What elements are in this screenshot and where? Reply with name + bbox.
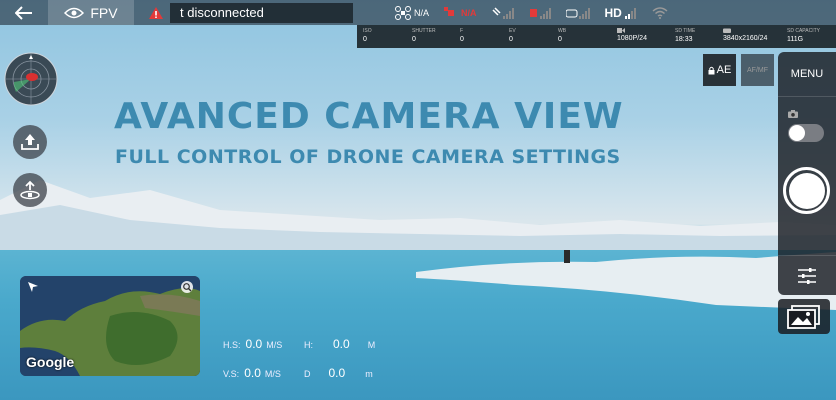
hs-label: H.S: <box>223 340 241 350</box>
height: H: 0.0 M <box>304 337 375 351</box>
status-text: t disconnected <box>170 2 353 23</box>
drone-status: N/A <box>395 5 430 20</box>
signal-1 <box>491 6 514 19</box>
menu-button[interactable]: MENU <box>778 52 836 97</box>
drone-icon <box>395 5 411 20</box>
shutter-cell: SHUTTER 0 <box>412 28 436 43</box>
wifi-icon <box>652 6 668 19</box>
sd-capacity-cell: SD CAPACITY 111G <box>787 28 820 43</box>
back-button[interactable] <box>0 0 48 25</box>
distance: D 0.0 m <box>304 366 373 380</box>
zoom-icon[interactable] <box>180 280 194 294</box>
sd-time-cell: SD TIME 18:33 <box>675 28 696 43</box>
takeoff-button[interactable] <box>13 125 47 159</box>
d-label: D <box>304 369 311 379</box>
remote-controller-icon <box>565 7 590 19</box>
vertical-speed: V.S: 0.0 M/S <box>223 366 281 380</box>
lock-icon <box>708 66 715 74</box>
wifi-status <box>652 6 668 19</box>
locate-arrow-icon[interactable] <box>26 280 40 294</box>
radar-compass[interactable] <box>4 52 58 106</box>
hs-unit: M/S <box>266 340 283 350</box>
subheadline: FULL CONTROL OF DRONE CAMERA SETTINGS <box>115 146 621 168</box>
horizontal-speed: H.S: 0.0 M/S <box>223 337 282 351</box>
hd-label: HD <box>604 5 622 20</box>
mountain-range <box>0 180 836 250</box>
auto-exposure-button[interactable]: AE <box>703 54 736 86</box>
fpv-label: FPV <box>90 4 118 21</box>
vs-unit: M/S <box>264 369 281 379</box>
vs-value: 0.0 <box>244 366 261 380</box>
wb-cell: WB 0 <box>558 28 567 43</box>
vs-label: V.S: <box>223 369 240 379</box>
photo-icon <box>723 28 731 33</box>
warning-icon <box>149 6 163 19</box>
hd-signal-bars-icon <box>624 7 636 19</box>
h-value: 0.0 <box>333 337 350 351</box>
snowy-shore <box>416 250 836 310</box>
return-home-button[interactable] <box>13 173 47 207</box>
google-logo: Google <box>26 354 75 370</box>
satellite-icon <box>444 6 455 16</box>
drone-status-value: N/A <box>414 7 430 18</box>
aperture-cell: F0 <box>460 28 464 43</box>
camera-icon <box>788 110 798 118</box>
video-icon <box>617 28 625 33</box>
ev-cell: EV 0 <box>509 28 516 43</box>
takeoff-icon <box>21 134 39 150</box>
video-res-cell: 1080P/24 <box>617 28 647 42</box>
signal-3 <box>565 7 590 19</box>
status-indicators: N/A N/A HD <box>395 0 683 25</box>
shutter-button[interactable] <box>783 167 830 214</box>
d-value: 0.0 <box>328 366 346 380</box>
h-unit: M <box>367 340 376 350</box>
fpv-button[interactable]: FPV <box>48 0 134 25</box>
focus-mode-button[interactable]: AF/MF <box>741 54 774 86</box>
back-arrow-icon <box>15 5 32 20</box>
return-home-icon <box>20 180 40 200</box>
gps-status: N/A <box>444 6 477 19</box>
camera-control-panel: MENU <box>778 52 836 295</box>
gps-status-value: N/A <box>461 7 477 18</box>
signal-2 <box>529 7 551 19</box>
transmitter-icon <box>529 7 551 19</box>
camera-settings-button[interactable] <box>778 255 836 295</box>
photo-res-cell: 3840x2160/24 <box>723 28 767 42</box>
connection-status: t disconnected <box>148 2 353 23</box>
ae-label: AE <box>716 64 732 76</box>
photo-video-toggle[interactable] <box>788 124 824 142</box>
iso-cell: ISO 0 <box>363 28 372 43</box>
hd-signal: HD <box>605 6 637 20</box>
h-label: H: <box>304 340 313 350</box>
gallery-icon <box>787 304 820 329</box>
gallery-button[interactable] <box>778 299 830 334</box>
d-unit: m <box>365 369 373 379</box>
eye-icon <box>64 7 85 18</box>
camera-info-strip: ISO 0 SHUTTER 0 F0 EV 0 WB 0 1080P/24 SD TIM… <box>357 25 836 48</box>
sliders-icon <box>798 267 816 284</box>
mini-map[interactable]: Google <box>20 276 200 376</box>
satellite-signal-icon <box>491 6 514 19</box>
hs-value: 0.0 <box>245 337 263 351</box>
headline: AVANCED CAMERA VIEW <box>114 96 624 137</box>
